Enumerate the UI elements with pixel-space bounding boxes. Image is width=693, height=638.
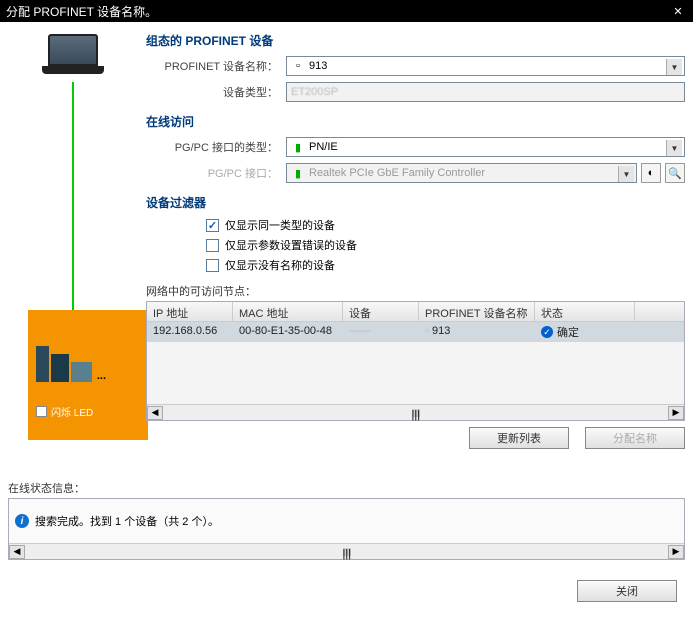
field-device-type: ET200SP [286, 82, 685, 102]
status-section: 在线状态信息： i 搜索完成。找到 1 个设备（共 2 个）。 ◀ ||| ▶ [8, 480, 685, 560]
label-pgpc-iface: PG/PC 接口： [146, 165, 286, 181]
th-pn-name[interactable]: PROFINET 设备名称 [419, 302, 535, 321]
th-device[interactable]: 设备 [343, 302, 419, 321]
flash-led-row: 闪烁 LED [36, 404, 140, 419]
assign-name-button[interactable]: 分配名称 [585, 427, 685, 449]
cell-mac: 00-80-E1-35-00-48 [233, 322, 343, 342]
section-filter-title: 设备过滤器 [146, 194, 685, 211]
select-device-name-value: 913 [309, 60, 327, 72]
chevron-down-icon[interactable]: ▼ [618, 166, 634, 182]
flash-led-checkbox[interactable] [36, 406, 47, 417]
right-panel: 组态的 PROFINET 设备 PROFINET 设备名称： ▫ 913 ▼ 设… [138, 30, 685, 464]
table-caption: 网络中的可访问节点： [146, 283, 685, 299]
filter-opt1-label: 仅显示同一类型的设备 [225, 217, 335, 233]
device-table: IP 地址 MAC 地址 设备 PROFINET 设备名称 状态 192.168… [146, 301, 685, 421]
row-device-name: PROFINET 设备名称： ▫ 913 ▼ [146, 55, 685, 77]
th-mac[interactable]: MAC 地址 [233, 302, 343, 321]
chevron-down-icon[interactable]: ▼ [666, 140, 682, 156]
section-online-title: 在线访问 [146, 113, 685, 130]
select-pgpc-iface-value: Realtek PCIe GbE Family Controller [309, 167, 485, 179]
footer: 关闭 [0, 568, 693, 610]
titlebar: 分配 PROFINET 设备名称。 ✕ [0, 0, 693, 22]
table-row[interactable]: 192.168.0.56 00-80-E1-35-00-48 —— ▫ 913 … [147, 322, 684, 342]
window-title: 分配 PROFINET 设备名称。 [6, 3, 157, 20]
th-status[interactable]: 状态 [535, 302, 635, 321]
select-pgpc-iface[interactable]: ▮ Realtek PCIe GbE Family Controller ▼ [286, 163, 637, 183]
field-device-type-value: ET200SP [291, 86, 338, 98]
chevron-down-icon[interactable]: ▼ [666, 59, 682, 75]
cell-status: ✓ 确定 [535, 322, 635, 342]
scroll-right-icon[interactable]: ▶ [668, 545, 684, 559]
row-pgpc-type: PG/PC 接口的类型： ▮ PN/IE ▼ [146, 136, 685, 158]
filter-opt3-row: 仅显示没有名称的设备 [206, 257, 685, 273]
laptop-icon [42, 34, 104, 76]
search-icon-button[interactable]: 🔍 [665, 163, 685, 183]
status-label: 在线状态信息： [8, 480, 685, 496]
table-area: 网络中的可访问节点： IP 地址 MAC 地址 设备 PROFINET 设备名称… [146, 283, 685, 449]
status-box: i 搜索完成。找到 1 个设备（共 2 个）。 ◀ ||| ▶ [8, 498, 685, 560]
select-pgpc-type[interactable]: ▮ PN/IE ▼ [286, 137, 685, 157]
scroll-thumb[interactable]: ||| [343, 548, 351, 556]
table-actions: 更新列表 分配名称 [146, 427, 685, 449]
refresh-button[interactable]: 更新列表 [469, 427, 569, 449]
filter-opt3-checkbox[interactable] [206, 259, 219, 272]
horiz-scrollbar[interactable]: ◀ ||| ▶ [147, 404, 684, 420]
label-device-name: PROFINET 设备名称： [146, 58, 286, 74]
ok-icon: ✓ [541, 326, 553, 338]
label-device-type: 设备类型： [146, 84, 286, 100]
flash-led-label: 闪烁 LED [51, 404, 93, 419]
scroll-right-icon[interactable]: ▶ [668, 406, 684, 420]
device-icon: ... [36, 342, 106, 382]
filter-opt1-row: 仅显示同一类型的设备 [206, 217, 685, 233]
filter-opt3-label: 仅显示没有名称的设备 [225, 257, 335, 273]
status-text: 确定 [557, 324, 579, 340]
scroll-thumb[interactable]: ||| [412, 409, 420, 417]
close-icon[interactable]: ✕ [669, 2, 687, 20]
select-pgpc-type-value: PN/IE [309, 141, 338, 153]
label-pgpc-type: PG/PC 接口的类型： [146, 139, 286, 155]
filter-opt2-row: 仅显示参数设置错误的设备 [206, 237, 685, 253]
filter-opt2-label: 仅显示参数设置错误的设备 [225, 237, 357, 253]
status-scrollbar[interactable]: ◀ ||| ▶ [9, 543, 684, 559]
settings-icon-button[interactable]: ◐ [641, 163, 661, 183]
scroll-left-icon[interactable]: ◀ [9, 545, 25, 559]
device-tile[interactable]: ... 闪烁 LED [28, 310, 148, 440]
info-icon: i [15, 514, 29, 528]
pnie-icon: ▮ [291, 140, 305, 154]
row-device-type: 设备类型： ET200SP [146, 81, 685, 103]
cell-pn-name: ▫ 913 [419, 322, 535, 342]
nic-icon: ▮ [291, 166, 305, 180]
th-ip[interactable]: IP 地址 [147, 302, 233, 321]
cell-device: —— [343, 322, 419, 342]
cell-ip: 192.168.0.56 [147, 322, 233, 342]
connection-line [72, 82, 74, 342]
select-device-name[interactable]: ▫ 913 ▼ [286, 56, 685, 76]
close-button[interactable]: 关闭 [577, 580, 677, 602]
topology-panel: ... 闪烁 LED [8, 30, 138, 464]
filter-opt1-checkbox[interactable] [206, 219, 219, 232]
table-header: IP 地址 MAC 地址 设备 PROFINET 设备名称 状态 [147, 302, 684, 322]
status-message: 搜索完成。找到 1 个设备（共 2 个）。 [35, 513, 219, 529]
module-icon: ▫ [291, 59, 305, 73]
status-line: i 搜索完成。找到 1 个设备（共 2 个）。 [9, 499, 684, 543]
section-configured-title: 组态的 PROFINET 设备 [146, 32, 685, 49]
main-content: ... 闪烁 LED 组态的 PROFINET 设备 PROFINET 设备名称… [0, 22, 693, 472]
row-pgpc-iface: PG/PC 接口： ▮ Realtek PCIe GbE Family Cont… [146, 162, 685, 184]
filter-opt2-checkbox[interactable] [206, 239, 219, 252]
scroll-left-icon[interactable]: ◀ [147, 406, 163, 420]
